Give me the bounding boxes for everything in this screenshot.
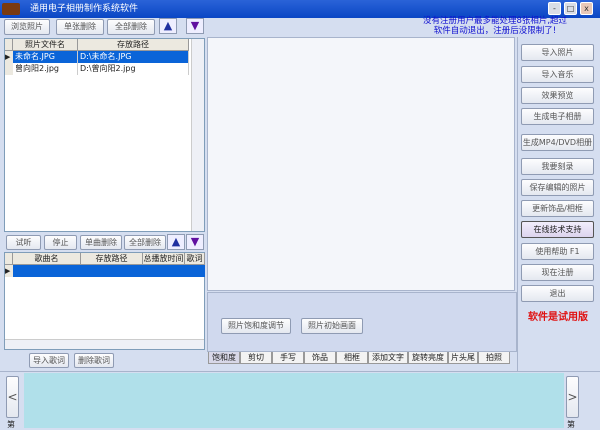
tab-intro-outro[interactable]: 片头尾 [448, 352, 478, 364]
notice-line2: 软件自动退出，注册后没限制了! [433, 26, 557, 36]
maximize-button[interactable]: □ [564, 2, 577, 15]
column-header[interactable]: 存放路径 [81, 253, 143, 265]
horizontal-scrollbar[interactable] [5, 339, 204, 349]
scroll-right-icon[interactable]: > [566, 376, 579, 418]
photo-table[interactable]: 照片文件名 存放路径 ▶ 未命名.JPG D:\未命名.JPG 曾向阳2.jpg… [4, 38, 205, 232]
online-support-button[interactable]: 在线技术支持 [521, 221, 594, 238]
app-logo-icon [2, 3, 20, 15]
tab-saturation[interactable]: 饱和度 [208, 352, 240, 364]
move-up-icon[interactable]: ▲ [159, 18, 177, 34]
move-down-icon[interactable]: ▼ [186, 18, 204, 34]
delete-song-button[interactable]: 单曲删除 [80, 235, 122, 250]
tab-add-text[interactable]: 添加文字 [368, 352, 408, 364]
import-music-button[interactable]: 导入音乐 [521, 66, 594, 83]
burn-disc-button[interactable]: 我要刻录 [521, 158, 594, 175]
stop-button[interactable]: 停止 [44, 235, 77, 250]
tab-handwrite[interactable]: 手写 [272, 352, 304, 364]
music-table[interactable]: 歌曲名 存放路径 总播放时间 歌词 ▶ [4, 252, 205, 350]
save-edited-photos-button[interactable]: 保存编辑的照片 [521, 179, 594, 196]
register-now-button[interactable]: 现在注册 [521, 264, 594, 281]
import-lyrics-button[interactable]: 导入歌词 [29, 353, 69, 368]
listen-button[interactable]: 试听 [6, 235, 41, 250]
close-button[interactable]: x [580, 2, 593, 15]
tab-ornaments[interactable]: 饰品 [304, 352, 336, 364]
scroll-left-icon[interactable]: < [6, 376, 19, 418]
delete-photo-button[interactable]: 单张删除 [56, 19, 104, 35]
column-header[interactable]: 歌曲名 [13, 253, 81, 265]
create-album-button[interactable]: 生成电子相册 [521, 108, 594, 125]
row-pointer-icon: ▶ [5, 265, 13, 277]
page-label-left: 第 [7, 420, 15, 429]
notice-line1: 没有注册用户最多能处理8张相片,超过 [422, 16, 568, 26]
table-cell[interactable]: 曾向阳2.jpg [13, 63, 78, 75]
tab-photograph[interactable]: 拍照 [478, 352, 510, 364]
table-cell[interactable]: D:\曾向阳2.jpg [78, 63, 189, 75]
tab-crop[interactable]: 剪切 [240, 352, 272, 364]
saturation-adjust-button[interactable]: 照片饱和度调节 [221, 318, 291, 334]
song-down-icon[interactable]: ▼ [186, 234, 204, 250]
registration-notice: 没有注册用户最多能处理8张相片,超过 软件自动退出，注册后没限制了! [400, 16, 590, 36]
photo-preview-area [207, 37, 515, 291]
window-title: 通用电子相册制作系统软件 [30, 4, 139, 14]
table-row[interactable] [13, 265, 205, 277]
trial-version-label: 软件是试用版 [528, 312, 588, 323]
table-cell[interactable]: D:\未命名.JPG [78, 51, 189, 63]
table-cell[interactable]: 未命名.JPG [13, 51, 78, 63]
preview-effect-button[interactable]: 效果预览 [521, 87, 594, 104]
thumbnail-strip[interactable] [24, 373, 564, 428]
column-header[interactable]: 歌词 [185, 253, 205, 265]
edit-panel: 照片饱和度调节 照片初始画面 [207, 292, 517, 352]
column-header[interactable]: 总播放时间 [143, 253, 185, 265]
column-header[interactable]: 照片文件名 [13, 39, 78, 51]
tab-rotate-brightness[interactable]: 旋转亮度 [408, 352, 448, 364]
vertical-scrollbar[interactable] [191, 39, 204, 231]
delete-all-songs-button[interactable]: 全部删除 [124, 235, 166, 250]
delete-lyrics-button[interactable]: 删除歌词 [74, 353, 114, 368]
page-label-right: 第 [567, 420, 575, 429]
create-mp4-dvd-button[interactable]: 生成MP4/DVD相册 [521, 134, 594, 151]
minimize-button[interactable]: - [548, 2, 561, 15]
browse-photos-button[interactable]: 浏览照片 [4, 19, 50, 35]
column-header[interactable]: 存放路径 [78, 39, 189, 51]
help-button[interactable]: 使用帮助 F1 [521, 243, 594, 260]
update-ornaments-button[interactable]: 更新饰品/相框 [521, 200, 594, 217]
import-photos-button[interactable]: 导入照片 [521, 44, 594, 61]
exit-button[interactable]: 退出 [521, 285, 594, 302]
tab-frame[interactable]: 相框 [336, 352, 368, 364]
song-up-icon[interactable]: ▲ [167, 234, 185, 250]
row-pointer-icon: ▶ [5, 51, 13, 63]
delete-all-photos-button[interactable]: 全部删除 [107, 19, 155, 35]
reset-photo-button[interactable]: 照片初始画面 [301, 318, 363, 334]
